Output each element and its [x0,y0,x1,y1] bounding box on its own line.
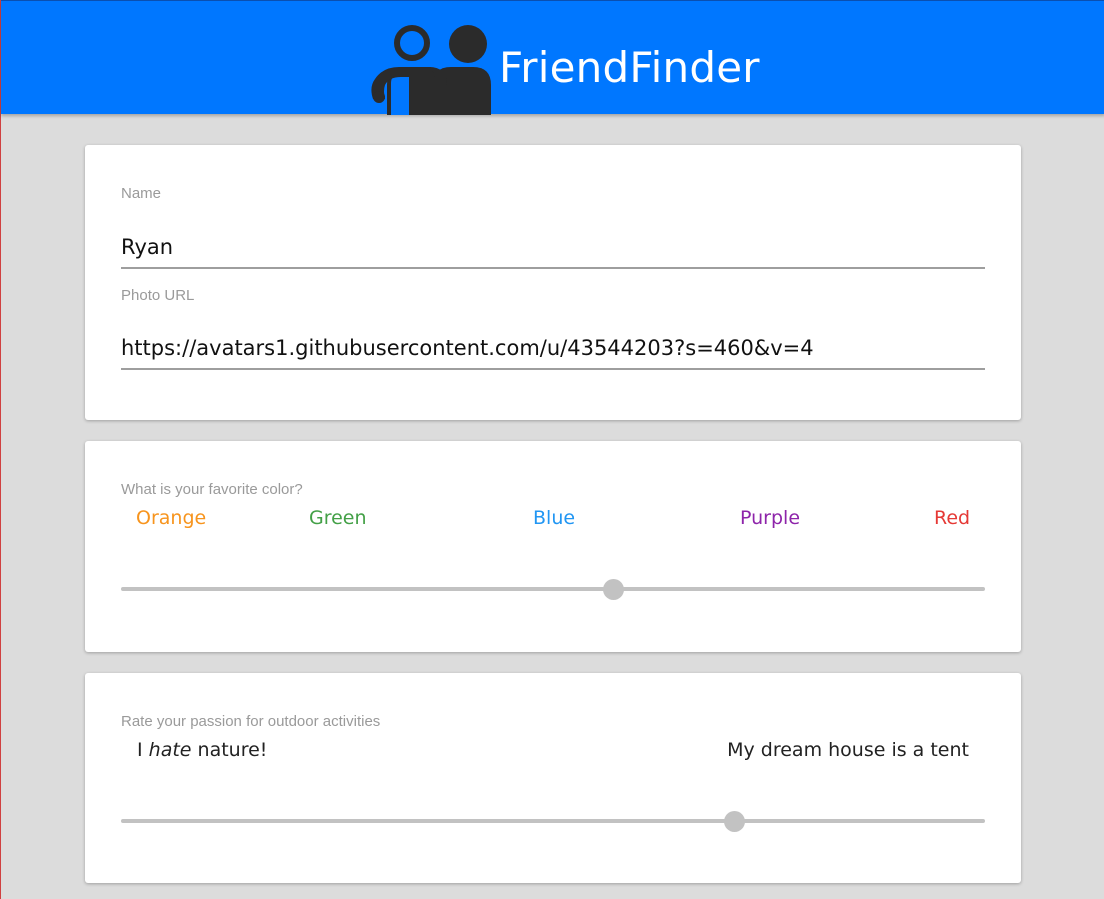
option-purple: Purple [740,507,801,529]
option-red: Red [934,507,971,529]
option-orange: Orange [136,507,207,529]
name-input[interactable] [121,223,985,269]
name-label: Name [121,185,162,202]
outdoor-slider-track[interactable] [121,819,985,823]
color-question-label: What is your favorite color? [121,481,303,498]
outdoor-question-label: Rate your passion for outdoor activities [121,713,381,730]
option-green: Green [309,507,367,529]
option-blue: Blue [533,507,576,529]
color-slider-thumb[interactable] [603,579,625,600]
color-question-card: What is your favorite color? Orange Gree… [85,441,1021,652]
color-slider-track[interactable] [121,587,985,591]
two-people-icon [371,25,491,115]
low-end-label: I hate nature! [137,739,268,761]
app-header: FriendFinder [1,0,1104,115]
high-end-label: My dream house is a tent [727,739,969,761]
outdoor-question-card: Rate your passion for outdoor activities… [85,673,1021,883]
outdoor-slider-thumb[interactable] [724,811,746,832]
photo-url-label: Photo URL [121,287,195,304]
photo-url-input[interactable] [121,324,985,370]
app-title: FriendFinder [499,43,760,92]
profile-card: Name Photo URL [85,145,1021,420]
